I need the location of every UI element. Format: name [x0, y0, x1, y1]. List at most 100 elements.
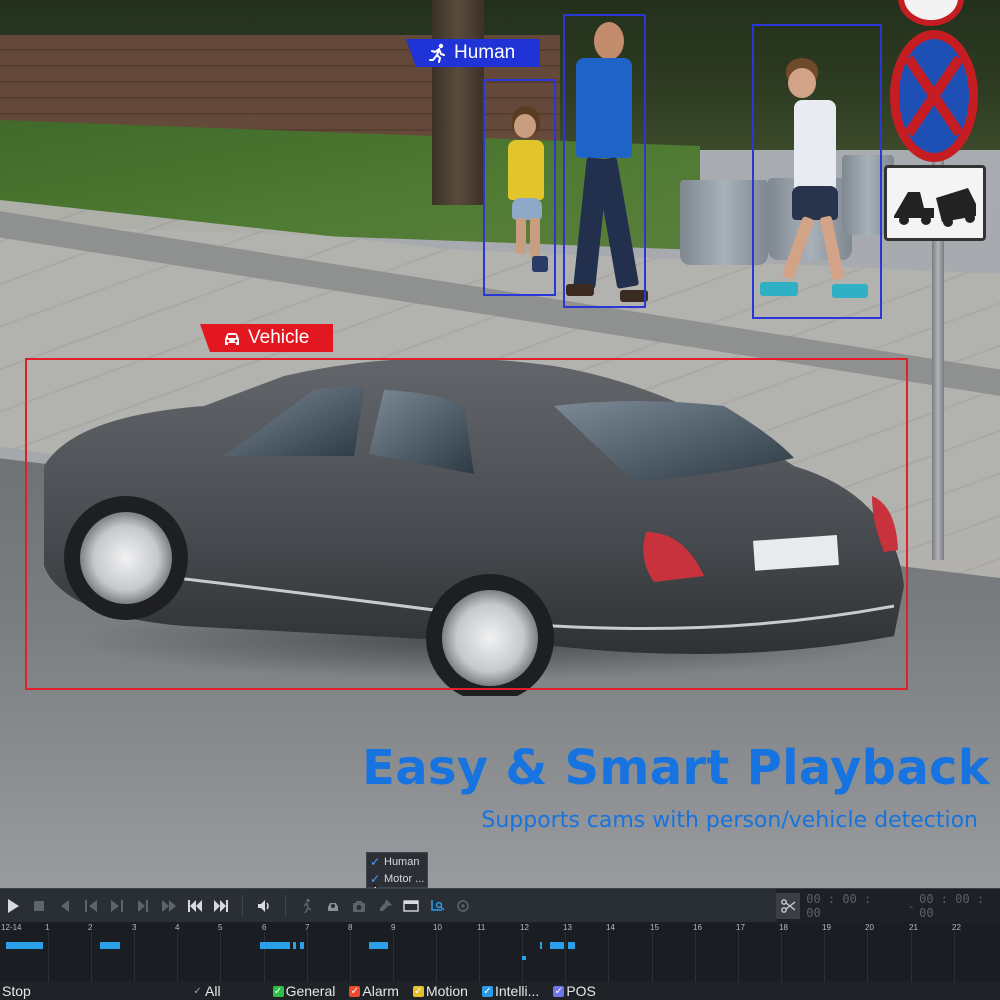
running-person-icon [429, 43, 445, 63]
no-parking-sign [890, 30, 978, 162]
recording-segment[interactable] [300, 942, 304, 949]
hour-label: 6 [262, 923, 267, 932]
play-icon [8, 898, 19, 913]
legend-checkbox[interactable]: ✓ [349, 985, 361, 997]
volume-button[interactable] [251, 889, 277, 923]
hour-label: 17 [736, 923, 745, 932]
smart-search-icon [431, 899, 445, 911]
filter-item-human[interactable]: ✓ Human [367, 853, 427, 870]
snapshot-icon [353, 900, 365, 912]
legend-general[interactable]: ✓ General [272, 983, 336, 999]
vehicle-search-button[interactable] [320, 889, 346, 923]
legend-label: All [205, 983, 221, 999]
slow-icon [85, 899, 97, 912]
hour-label: 16 [693, 923, 702, 932]
tow-away-sign [884, 165, 986, 241]
toolbar-divider [285, 894, 286, 917]
legend-label: General [285, 983, 336, 999]
hour-label: 19 [822, 923, 831, 932]
recording-segment[interactable] [6, 942, 43, 949]
scissors-icon [781, 899, 796, 913]
legend-checkbox[interactable]: ✓ [553, 985, 565, 997]
person-search-icon [303, 898, 312, 913]
clip-button[interactable] [776, 893, 801, 919]
hour-label: 8 [348, 923, 353, 932]
legend-checkbox[interactable]: ✓ [481, 985, 493, 997]
human-detection-box [483, 79, 556, 296]
legend-label: Alarm [362, 983, 399, 999]
legend-checkbox[interactable]: ✓ [192, 985, 203, 997]
legend-label: Intelli... [494, 983, 540, 999]
headline-title: Easy & Smart Playback [362, 740, 990, 796]
recording-segment[interactable] [100, 942, 120, 949]
volume-icon [258, 899, 269, 912]
play-button[interactable] [0, 889, 26, 923]
event-segment[interactable] [522, 956, 526, 960]
human-detection-box [563, 14, 646, 308]
filter-item-label: Human [384, 855, 420, 868]
step-back-icon [61, 899, 69, 912]
smart-search-button[interactable] [424, 889, 450, 923]
event-track [0, 956, 1000, 964]
recording-segment[interactable] [550, 942, 564, 949]
vehicle-tag-label: Vehicle [248, 327, 310, 348]
slow-button[interactable] [78, 889, 104, 923]
stop-button[interactable] [26, 889, 52, 923]
human-detection-box [752, 24, 882, 319]
reverse-play-button[interactable] [52, 889, 78, 923]
legend-label: Motion [425, 983, 468, 999]
previous-icon [188, 899, 202, 912]
hour-label: 12 [520, 923, 529, 932]
legend-pos[interactable]: ✓ POS [553, 983, 596, 999]
hour-label: 2 [88, 923, 93, 932]
filter-item-label: Motor ... [384, 872, 425, 885]
human-tag: Human [406, 39, 540, 67]
fast-button[interactable] [104, 889, 130, 923]
hour-label: 20 [865, 923, 874, 932]
recording-segment[interactable] [540, 942, 542, 949]
frame-forward-button[interactable] [156, 889, 182, 923]
vehicle-detection-box [25, 358, 908, 690]
recording-track [0, 942, 1000, 950]
human-tag-label: Human [454, 42, 516, 63]
vehicle-search-icon [328, 902, 338, 911]
tag-button[interactable] [372, 889, 398, 923]
window-button[interactable] [398, 889, 424, 923]
step-forward-button[interactable] [130, 889, 156, 923]
recording-segment[interactable] [260, 942, 290, 949]
zoom-button[interactable] [450, 889, 476, 923]
legend-checkbox[interactable]: ✓ [272, 985, 284, 997]
check-icon: ✓ [370, 854, 381, 869]
hour-label: 22 [952, 923, 961, 932]
stop-icon [34, 900, 44, 911]
smart-filter-popup: ✓ Human ✓ Motor ... [366, 852, 428, 888]
playback-status: Stop [2, 983, 31, 999]
zoom-icon [457, 899, 469, 912]
hour-label: 13 [563, 923, 572, 932]
hour-label: 12-14 [1, 923, 22, 932]
legend-motion[interactable]: ✓ Motion [412, 983, 468, 999]
hour-label: 9 [391, 923, 396, 932]
hour-label: 11 [477, 923, 486, 932]
clip-end-time: 00 : 00 : 00 [919, 892, 985, 920]
recording-segment[interactable] [369, 942, 388, 949]
snapshot-button[interactable] [346, 889, 372, 923]
recording-segment[interactable] [568, 942, 575, 949]
recording-timeline[interactable]: 12-14 1 2 3 4 5 6 7 8 9 10 11 12 13 14 1… [0, 922, 1000, 984]
next-button[interactable] [208, 889, 234, 923]
tree-trunk [432, 0, 484, 205]
legend-all[interactable]: ✓ All [192, 983, 221, 999]
toolbar-divider [242, 894, 243, 917]
previous-button[interactable] [182, 889, 208, 923]
hour-label: 18 [779, 923, 788, 932]
recording-segment[interactable] [293, 942, 296, 949]
legend-intelligent[interactable]: ✓ Intelli... [481, 983, 540, 999]
car-icon [225, 333, 239, 345]
frame-icon [162, 899, 176, 912]
fast-icon [111, 899, 123, 912]
hour-label: 1 [45, 923, 50, 932]
legend-alarm[interactable]: ✓ Alarm [349, 983, 399, 999]
legend-label: POS [566, 983, 596, 999]
legend-checkbox[interactable]: ✓ [412, 985, 424, 997]
human-search-button[interactable] [294, 889, 320, 923]
